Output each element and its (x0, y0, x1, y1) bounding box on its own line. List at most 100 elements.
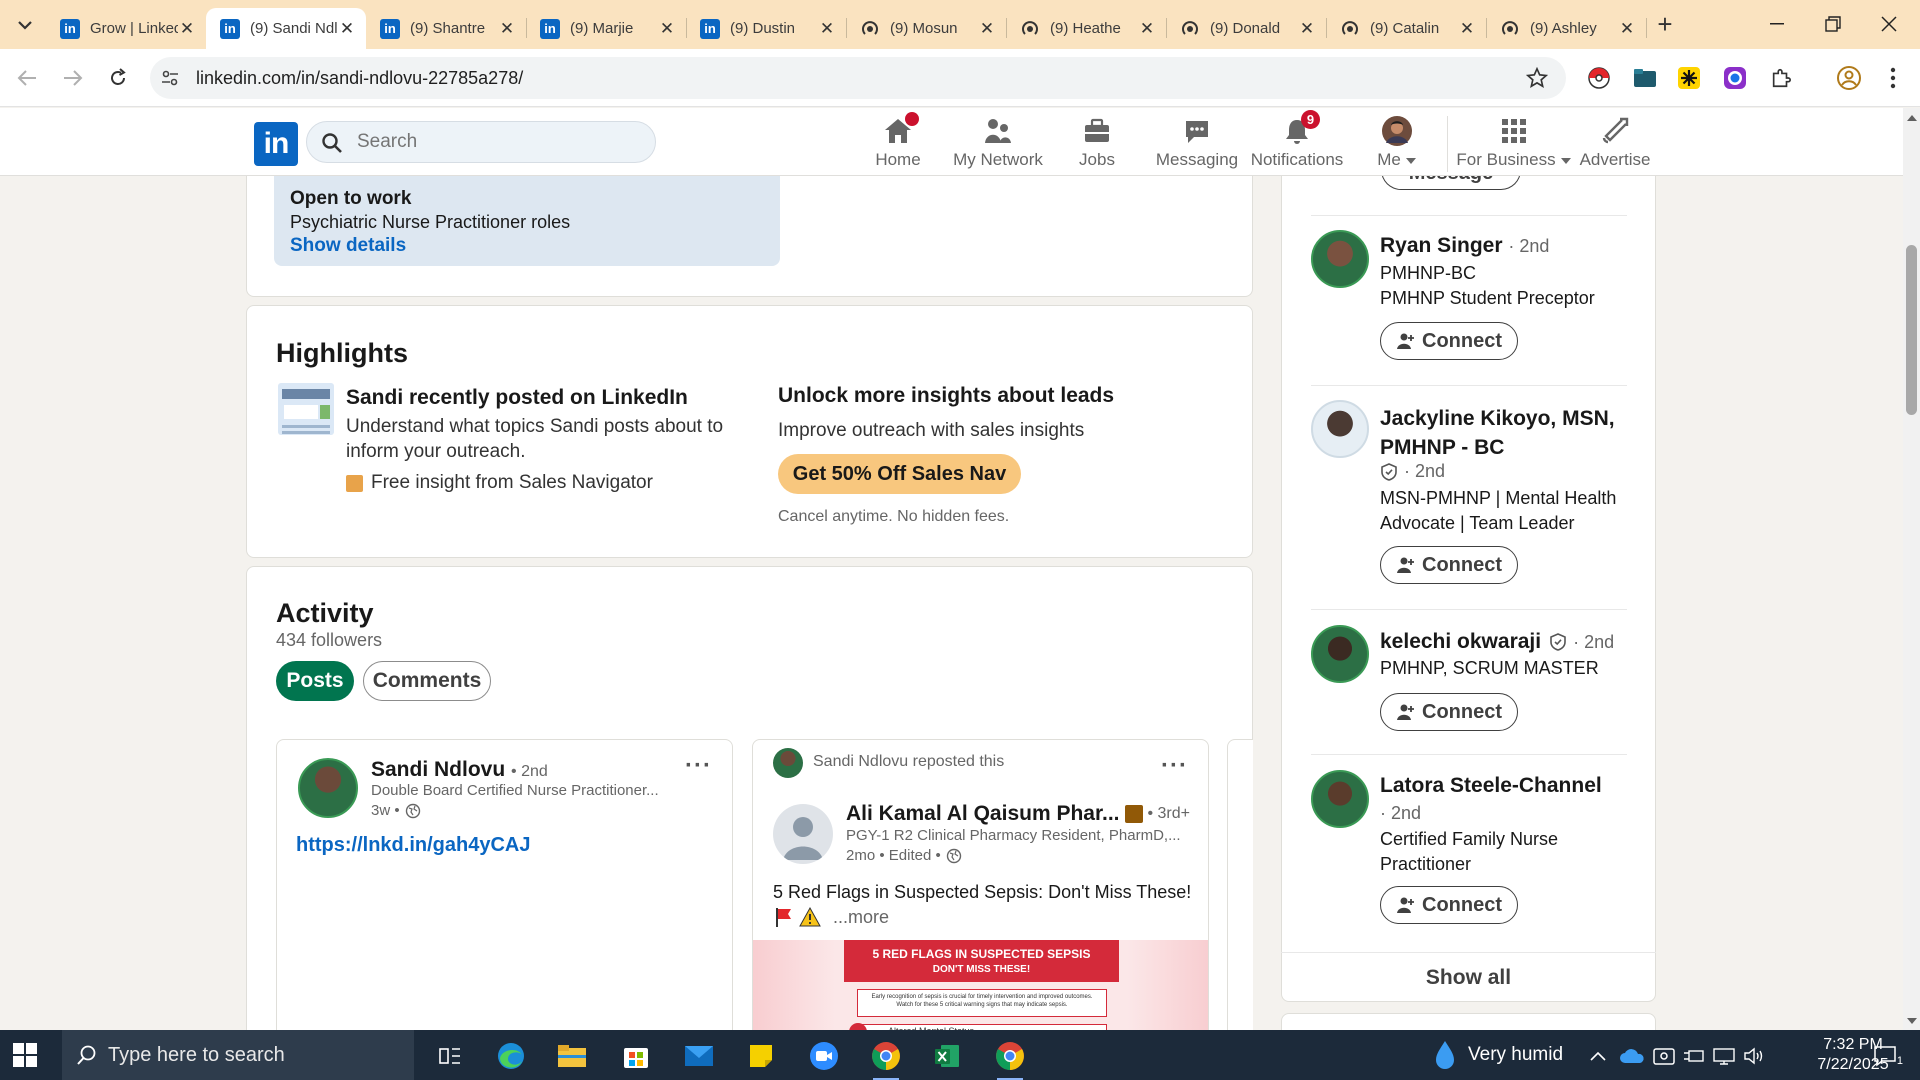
browser-tab[interactable]: in (9) Shantre ✕ (366, 8, 527, 49)
file-explorer-icon[interactable] (555, 1039, 589, 1073)
person-avatar[interactable] (1311, 770, 1369, 828)
browser-tab[interactable]: in (9) Sandi Ndlovu✕ (206, 8, 366, 49)
color-extension-icon[interactable] (1722, 65, 1748, 91)
zoom-icon[interactable] (807, 1039, 841, 1073)
scroll-down-icon[interactable] (1907, 1018, 1917, 1025)
original-author[interactable]: Ali Kamal Al Qaisum Phar... • 3rd+ (846, 802, 1190, 826)
see-more-link[interactable]: ...more (833, 907, 889, 928)
volume-icon[interactable] (1740, 1039, 1768, 1073)
taskbar-search[interactable]: Type here to search (62, 1030, 414, 1080)
network-icon[interactable] (1710, 1039, 1738, 1073)
sales-nav-offer-button[interactable]: Get 50% Off Sales Nav (778, 454, 1021, 494)
scrollbar-thumb[interactable] (1906, 245, 1917, 415)
mail-icon[interactable] (682, 1039, 716, 1073)
post-author[interactable]: Sandi Ndlovu • 2nd (371, 758, 548, 782)
tray-chevron-icon[interactable] (1586, 1039, 1610, 1073)
next-post-card-edge[interactable] (1227, 739, 1253, 1059)
address-bar[interactable]: linkedin.com/in/sandi-ndlovu-22785a278/ (150, 57, 1566, 99)
close-tab-icon[interactable]: ✕ (978, 19, 996, 38)
page-scrollbar[interactable] (1903, 108, 1920, 1030)
show-all-button[interactable]: Show all (1281, 952, 1656, 1002)
reload-button[interactable] (103, 63, 133, 93)
browser-tab[interactable]: (9) Catalin ✕ (1326, 8, 1487, 49)
nav-advertise[interactable]: Advertise (1555, 114, 1675, 174)
meet-now-icon[interactable] (1650, 1039, 1678, 1073)
scroll-up-icon[interactable] (1907, 114, 1917, 121)
author-avatar[interactable] (298, 758, 358, 818)
browser-tab[interactable]: (9) Heathe ✕ (1006, 8, 1167, 49)
onedrive-icon[interactable] (1618, 1039, 1646, 1073)
person-name[interactable]: kelechi okwaraji · 2nd (1380, 630, 1614, 654)
close-tab-icon[interactable]: ✕ (1618, 19, 1636, 38)
connect-button[interactable]: Connect (1380, 693, 1518, 731)
sparkle-extension-icon[interactable] (1676, 65, 1702, 91)
chrome-icon[interactable] (869, 1039, 903, 1080)
browser-tab[interactable]: in Grow | LinkedIn✕ (46, 8, 207, 49)
nav-me[interactable]: Me (1337, 114, 1457, 174)
post-options-button[interactable]: ··· (685, 752, 712, 780)
battery-icon[interactable] (1680, 1039, 1708, 1073)
task-view-icon[interactable] (433, 1039, 467, 1073)
forward-button[interactable] (58, 63, 88, 93)
browser-menu-icon[interactable] (1880, 65, 1906, 91)
linkedin-logo[interactable]: in (254, 122, 298, 166)
person-avatar[interactable] (1311, 230, 1369, 288)
linkedin-search[interactable] (306, 121, 656, 163)
person-avatar[interactable] (1311, 625, 1369, 683)
browser-tab[interactable]: (9) Donald ✕ (1166, 8, 1327, 49)
connect-button[interactable]: Connect (1380, 322, 1518, 360)
browser-tab[interactable]: in (9) Dustin ✕ (686, 8, 847, 49)
connect-button[interactable]: Connect (1380, 546, 1518, 584)
person-avatar[interactable] (1311, 400, 1369, 458)
chrome-profile-icon[interactable] (993, 1039, 1027, 1080)
followers-count[interactable]: 434 followers (276, 630, 382, 651)
close-tab-icon[interactable]: ✕ (658, 19, 676, 38)
close-window-button[interactable] (1866, 6, 1912, 42)
show-details-link[interactable]: Show details (290, 235, 764, 257)
browser-tab[interactable]: in (9) Marjie ✕ (526, 8, 687, 49)
tab-posts[interactable]: Posts (276, 661, 354, 701)
bookmark-star-icon[interactable] (1526, 67, 1548, 89)
close-tab-icon[interactable]: ✕ (1458, 19, 1476, 38)
browser-tab[interactable]: (9) Mosun ✕ (846, 8, 1007, 49)
activity-post-card[interactable]: Sandi Ndlovu • 2nd Double Board Certifie… (276, 739, 733, 1059)
folder-extension-icon[interactable] (1632, 65, 1658, 91)
tab-comments[interactable]: Comments (363, 661, 491, 701)
close-tab-icon[interactable]: ✕ (498, 19, 516, 38)
edge-browser-icon[interactable] (494, 1039, 528, 1073)
original-author-name[interactable]: Ali Kamal Al Qaisum Phar... (846, 802, 1119, 826)
site-info-icon[interactable] (160, 68, 180, 88)
person-name[interactable]: Latora Steele-Channel (1380, 774, 1602, 798)
browser-tab[interactable]: (9) Ashley ✕ (1486, 8, 1647, 49)
restore-button[interactable] (1810, 6, 1856, 42)
close-tab-icon[interactable]: ✕ (1138, 19, 1156, 38)
original-author-avatar[interactable] (773, 804, 833, 864)
highlight-item-title[interactable]: Sandi recently posted on LinkedIn (346, 386, 688, 410)
minimize-button[interactable] (1754, 6, 1800, 42)
pokeball-extension-icon[interactable] (1586, 65, 1612, 91)
activity-repost-card[interactable]: Sandi Ndlovu reposted this ··· Ali Kamal… (752, 739, 1209, 1059)
excel-icon[interactable] (930, 1039, 964, 1073)
close-tab-icon[interactable]: ✕ (1298, 19, 1316, 38)
windows-start-icon[interactable] (10, 1040, 40, 1070)
sticky-notes-icon[interactable] (744, 1039, 778, 1073)
close-tab-icon[interactable]: ✕ (178, 19, 196, 38)
repost-options-button[interactable]: ··· (1161, 752, 1188, 780)
new-tab-button[interactable]: + (1650, 9, 1680, 39)
close-tab-icon[interactable]: ✕ (818, 19, 836, 38)
connect-button[interactable]: Connect (1380, 886, 1518, 924)
close-tab-icon[interactable]: ✕ (338, 19, 356, 38)
person-name[interactable]: Ryan Singer · 2nd (1380, 234, 1549, 258)
microsoft-store-icon[interactable] (619, 1039, 653, 1073)
profile-icon[interactable] (1836, 65, 1862, 91)
search-input[interactable] (357, 131, 637, 153)
back-button[interactable] (12, 63, 42, 93)
post-link[interactable]: https://lnkd.in/gah4yCAJ (296, 834, 530, 857)
notification-center-icon[interactable]: 1 (1866, 1039, 1906, 1073)
person-name[interactable]: Jackyline Kikoyo, MSN, PMHNP - BC (1380, 404, 1630, 462)
tab-search-button[interactable] (10, 10, 40, 40)
url-text[interactable]: linkedin.com/in/sandi-ndlovu-22785a278/ (196, 68, 523, 89)
post-author-name[interactable]: Sandi Ndlovu (371, 758, 505, 781)
weather-widget[interactable]: Very humid (1432, 1030, 1563, 1080)
extensions-puzzle-icon[interactable] (1768, 65, 1794, 91)
